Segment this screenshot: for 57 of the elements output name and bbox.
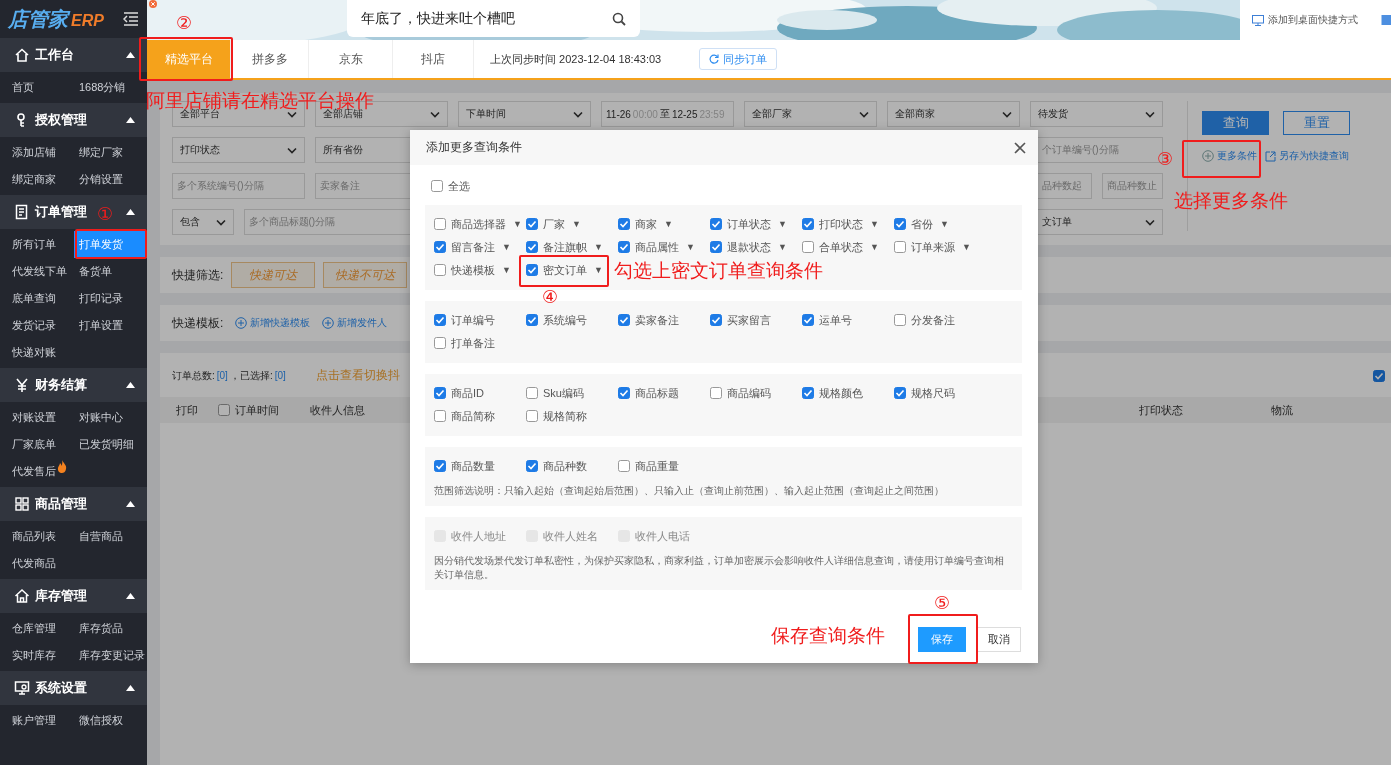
checkbox-label: 订单来源 [911,239,955,255]
column-header: 订单时间 [235,402,279,418]
checkbox-label: 系统编号 [543,312,587,328]
field-label: 快递模板: [172,314,224,332]
checkbox-label: 商家 [635,216,657,232]
checkbox-label: 退款状态 [727,239,771,255]
checkbox-label: 规格尺码 [911,385,955,401]
checkbox-label: 合单状态 [819,239,863,255]
checkbox-label: 规格简称 [543,408,587,424]
column-header: 打印状态 [1139,402,1183,418]
checkbox-label: 打印状态 [819,216,863,232]
step-number: ④ [542,287,559,307]
checkbox-label: 省份 [911,216,933,232]
checkbox-label: 收件人姓名 [543,528,598,544]
checkbox-label: 商品属性 [635,239,679,255]
count-label: ，已选择: [229,368,273,383]
column-header: 物流 [1271,402,1293,418]
checkbox-label: 商品简称 [451,408,495,424]
checkbox-label: 商品种数 [543,458,587,474]
checkbox-label: Sku编码 [543,385,584,401]
checkbox-label: 卖家备注 [635,312,679,328]
checkbox-label: 买家留言 [727,312,771,328]
step-number: ⑤ [934,593,951,613]
checkbox-label: 规格颜色 [819,385,863,401]
annotation-text: 保存查询条件 [771,624,885,648]
note-text: 范围筛选说明：只输入起始（查询起始后范围）、只输入止（查询止前范围）、输入起止范围（查询起止之间范围） [434,484,945,498]
checkbox-label: 厂家 [543,216,565,232]
checkbox-label: 快递模板 [451,262,495,278]
step-number: ① [97,204,114,224]
checkbox-label: 打单备注 [451,335,495,351]
annotation-text: 选择更多条件 [1174,189,1288,213]
checkbox-label: 收件人电话 [635,528,690,544]
search-text: 年底了，快进来吐个槽吧 [361,9,515,28]
note-text: 因分销代发场景代发订单私密性，为保护买家隐私，商家利益，订单加密展示会影响收件人详细信息查询，请使用订单编号查询相关订单信息。 [434,554,1005,582]
checkbox-label: 留言备注 [451,239,495,255]
step-number: ② [176,13,193,33]
checkbox-label: 商品重量 [635,458,679,474]
checkbox-label: 商品数量 [451,458,495,474]
sync-time: 上次同步时间 2023-12-04 18:43:03 [490,51,662,67]
checkbox-label: 密文订单 [543,262,587,278]
checkbox-label: 收件人地址 [451,528,506,544]
column-header: 收件人信息 [310,402,365,418]
checkbox-label: 运单号 [819,312,852,328]
checkbox-label: 全选 [448,178,470,194]
count-label: 订单总数: [172,368,215,383]
checkbox-label: 备注旗帜 [543,239,587,255]
annotation-text: 勾选上密文订单查询条件 [614,259,823,283]
checkbox-label: 分发备注 [911,312,955,328]
checkbox-label: 商品编码 [727,385,771,401]
field-label: 快捷筛选: [172,266,224,284]
checkbox-label: 商品标题 [635,385,679,401]
checkbox-label: 订单编号 [451,312,495,328]
checkbox-label: 商品ID [451,385,484,401]
logo: 店管家ERP [8,6,104,32]
column-header: 打印 [176,402,198,418]
checkbox-label: 订单状态 [727,216,771,232]
checkbox-label: 商品选择器 [451,216,506,232]
